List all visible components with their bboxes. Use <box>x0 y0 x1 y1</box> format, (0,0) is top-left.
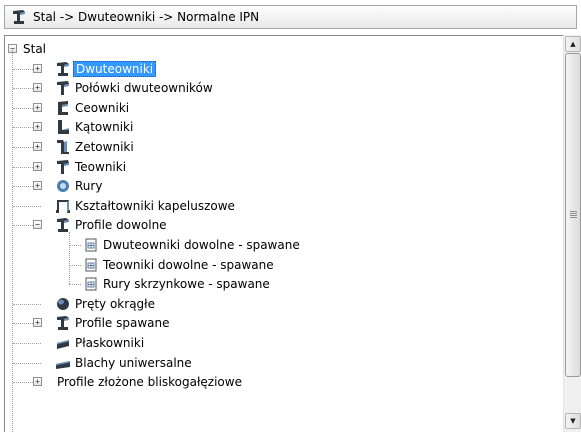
tree-item-label: Połówki dwuteowników <box>75 81 213 95</box>
expand-icon[interactable]: + <box>33 64 42 73</box>
expand-icon[interactable]: + <box>33 83 42 92</box>
plate-icon <box>55 355 71 371</box>
ibeam-icon <box>55 315 71 331</box>
document-icon <box>83 237 99 253</box>
tree-root[interactable]: − Stal <box>5 39 564 59</box>
expand-icon[interactable]: + <box>33 122 42 131</box>
expand-icon[interactable]: + <box>33 103 42 112</box>
tree-item[interactable]: + Połówki dwuteowników <box>5 78 564 98</box>
hat-icon <box>55 198 71 214</box>
tree-item-label: Kątowniki <box>75 120 134 134</box>
tree-item[interactable]: + Profile złożone bliskogałęziowe <box>5 372 564 392</box>
tree-item[interactable]: + Kątowniki <box>5 117 564 137</box>
tree-guide-line <box>13 363 41 364</box>
expand-icon[interactable]: + <box>33 142 42 151</box>
tree-guide-line <box>13 382 35 383</box>
grip-line <box>570 215 577 216</box>
flat-bar-icon <box>55 335 71 351</box>
tree-content: − Stal + Dwuteowniki + Połówki dwuteowników… <box>5 36 564 432</box>
arrow-up-icon: ▲ <box>570 39 576 48</box>
tree-item[interactable]: Rury skrzynkowe - spawane <box>5 274 564 294</box>
tree-item-label: Profile złożone bliskogałęziowe <box>57 375 242 389</box>
tree-item[interactable]: − Profile dowolne <box>5 215 564 235</box>
tree-item-label: Dwuteowniki <box>73 61 157 77</box>
tree-item[interactable]: + Dwuteowniki <box>5 59 564 79</box>
tree-guide-line <box>13 206 41 207</box>
tree-item-label: Rury skrzynkowe - spawane <box>103 277 270 291</box>
tree-item[interactable]: Płaskowniki <box>5 333 564 353</box>
tree-item-label: Teowniki dowolne - spawane <box>103 258 274 272</box>
arrow-down-icon: ▼ <box>570 416 576 425</box>
tree-item-label: Kształtowniki kapeluszowe <box>75 199 235 213</box>
expand-icon[interactable]: + <box>33 377 42 386</box>
tree-item-label: Blachy uniwersalne <box>75 356 192 370</box>
tree-item-label: Ceowniki <box>75 101 130 115</box>
ibeam-icon <box>55 61 71 77</box>
tree-item-label: Teowniki <box>75 160 127 174</box>
tree-guide-line <box>13 304 41 305</box>
ibeam-icon <box>55 217 71 233</box>
ibeam-icon <box>10 9 27 26</box>
expand-icon[interactable]: + <box>33 181 42 190</box>
tree-guide-line <box>69 245 81 246</box>
expand-icon[interactable]: + <box>33 318 42 327</box>
vertical-scrollbar[interactable]: ▲ ▼ <box>563 35 581 432</box>
tree-item-label: Pręty okrągłe <box>75 297 155 311</box>
tree-item-label: Płaskowniki <box>75 336 145 350</box>
tree-view[interactable]: − Stal + Dwuteowniki + Połówki dwuteowników… <box>4 35 581 432</box>
tee-icon <box>55 80 71 96</box>
tree-item[interactable]: + Ceowniki <box>5 98 564 118</box>
tree-guide-line <box>69 284 81 285</box>
grip-line <box>570 213 577 214</box>
document-icon <box>83 257 99 273</box>
tree-item[interactable]: + Profile spawane <box>5 313 564 333</box>
breadcrumb: Stal -> Dwuteowniki -> Normalne IPN <box>4 5 577 29</box>
expand-icon[interactable]: + <box>33 162 42 171</box>
scroll-up-button[interactable]: ▲ <box>565 36 581 52</box>
tree-item-label: Rury <box>75 179 103 193</box>
scroll-thumb[interactable] <box>565 53 581 377</box>
collapse-icon[interactable]: − <box>33 220 42 229</box>
grip-line <box>570 211 577 212</box>
tree-item-label: Profile spawane <box>75 316 170 330</box>
tree-item[interactable]: Blachy uniwersalne <box>5 353 564 373</box>
tree-item-label: Profile dowolne <box>75 218 167 232</box>
grip-line <box>570 217 577 218</box>
tree-item[interactable]: Dwuteowniki dowolne - spawane <box>5 235 564 255</box>
header-bar: Stal -> Dwuteowniki -> Normalne IPN <box>0 0 581 34</box>
breadcrumb-path: Stal -> Dwuteowniki -> Normalne IPN <box>33 10 260 24</box>
round-bar-icon <box>55 296 71 312</box>
tree-root-label: Stal <box>23 42 47 56</box>
tree-item[interactable]: + Zetowniki <box>5 137 564 157</box>
tree-item[interactable]: Kształtowniki kapeluszowe <box>5 196 564 216</box>
tree-guide-line <box>69 265 81 266</box>
tree-item[interactable]: Teowniki dowolne - spawane <box>5 255 564 275</box>
scroll-down-button[interactable]: ▼ <box>565 413 581 429</box>
pipe-icon <box>55 178 71 194</box>
tree-item-label: Zetowniki <box>75 140 134 154</box>
tree-item[interactable]: + Teowniki <box>5 157 564 177</box>
tee-icon <box>55 159 71 175</box>
channel-icon <box>55 100 71 116</box>
tree-guide-line <box>13 343 41 344</box>
tree-item[interactable]: Pręty okrągłe <box>5 294 564 314</box>
angle-icon <box>55 119 71 135</box>
document-icon <box>83 276 99 292</box>
tree-guide-line <box>69 232 70 284</box>
tree-item-label: Dwuteowniki dowolne - spawane <box>103 238 300 252</box>
zsection-icon <box>55 139 71 155</box>
tree-item[interactable]: + Rury <box>5 176 564 196</box>
